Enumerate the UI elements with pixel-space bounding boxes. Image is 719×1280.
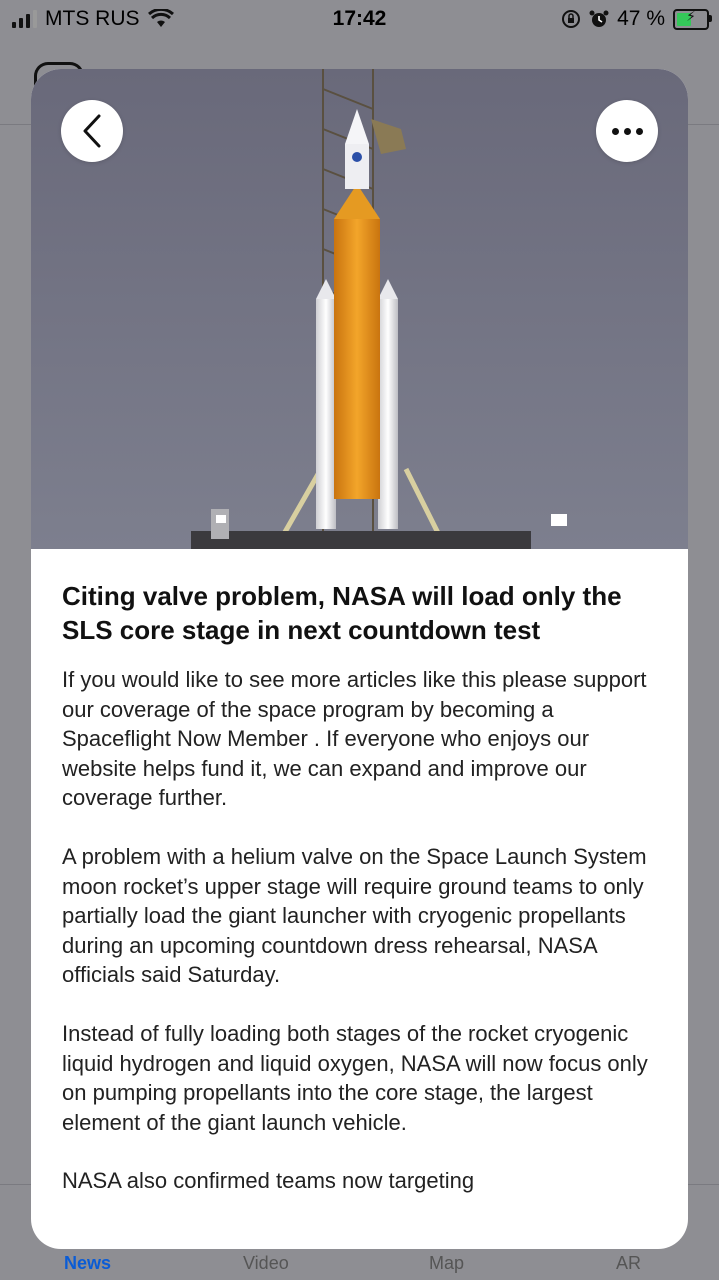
tab-news[interactable]: News — [64, 1253, 111, 1274]
rotation-lock-icon — [562, 10, 581, 28]
ellipsis-icon — [611, 127, 643, 135]
tab-ar[interactable]: AR — [616, 1253, 641, 1274]
charging-bolt-icon: ⚡ — [686, 7, 696, 24]
back-button[interactable] — [61, 100, 123, 162]
article-paragraph: Instead of fully loading both stages of … — [62, 1020, 648, 1135]
alarm-icon — [589, 10, 609, 27]
article-paragraph: If you would like to see more articles l… — [62, 667, 647, 811]
article-card: Citing valve problem, NASA will load onl… — [31, 69, 688, 1249]
article-paragraph: A problem with a helium valve on the Spa… — [62, 843, 647, 988]
tab-map[interactable]: Map — [429, 1253, 464, 1274]
article-body: Citing valve problem, NASA will load onl… — [62, 579, 662, 1225]
article-paragraph: NASA also confirmed teams now targeting — [62, 1168, 475, 1194]
battery-percent: 47 % — [617, 7, 665, 30]
more-options-button[interactable] — [596, 100, 658, 162]
battery-icon: ⚡ — [673, 7, 712, 30]
tab-video[interactable]: Video — [243, 1253, 289, 1274]
article-hero-image — [31, 69, 688, 549]
status-bar: MTS RUS 17:42 47 % ⚡ — [0, 0, 719, 40]
chevron-left-icon — [83, 114, 101, 148]
article-title: Citing valve problem, NASA will load onl… — [62, 581, 622, 645]
